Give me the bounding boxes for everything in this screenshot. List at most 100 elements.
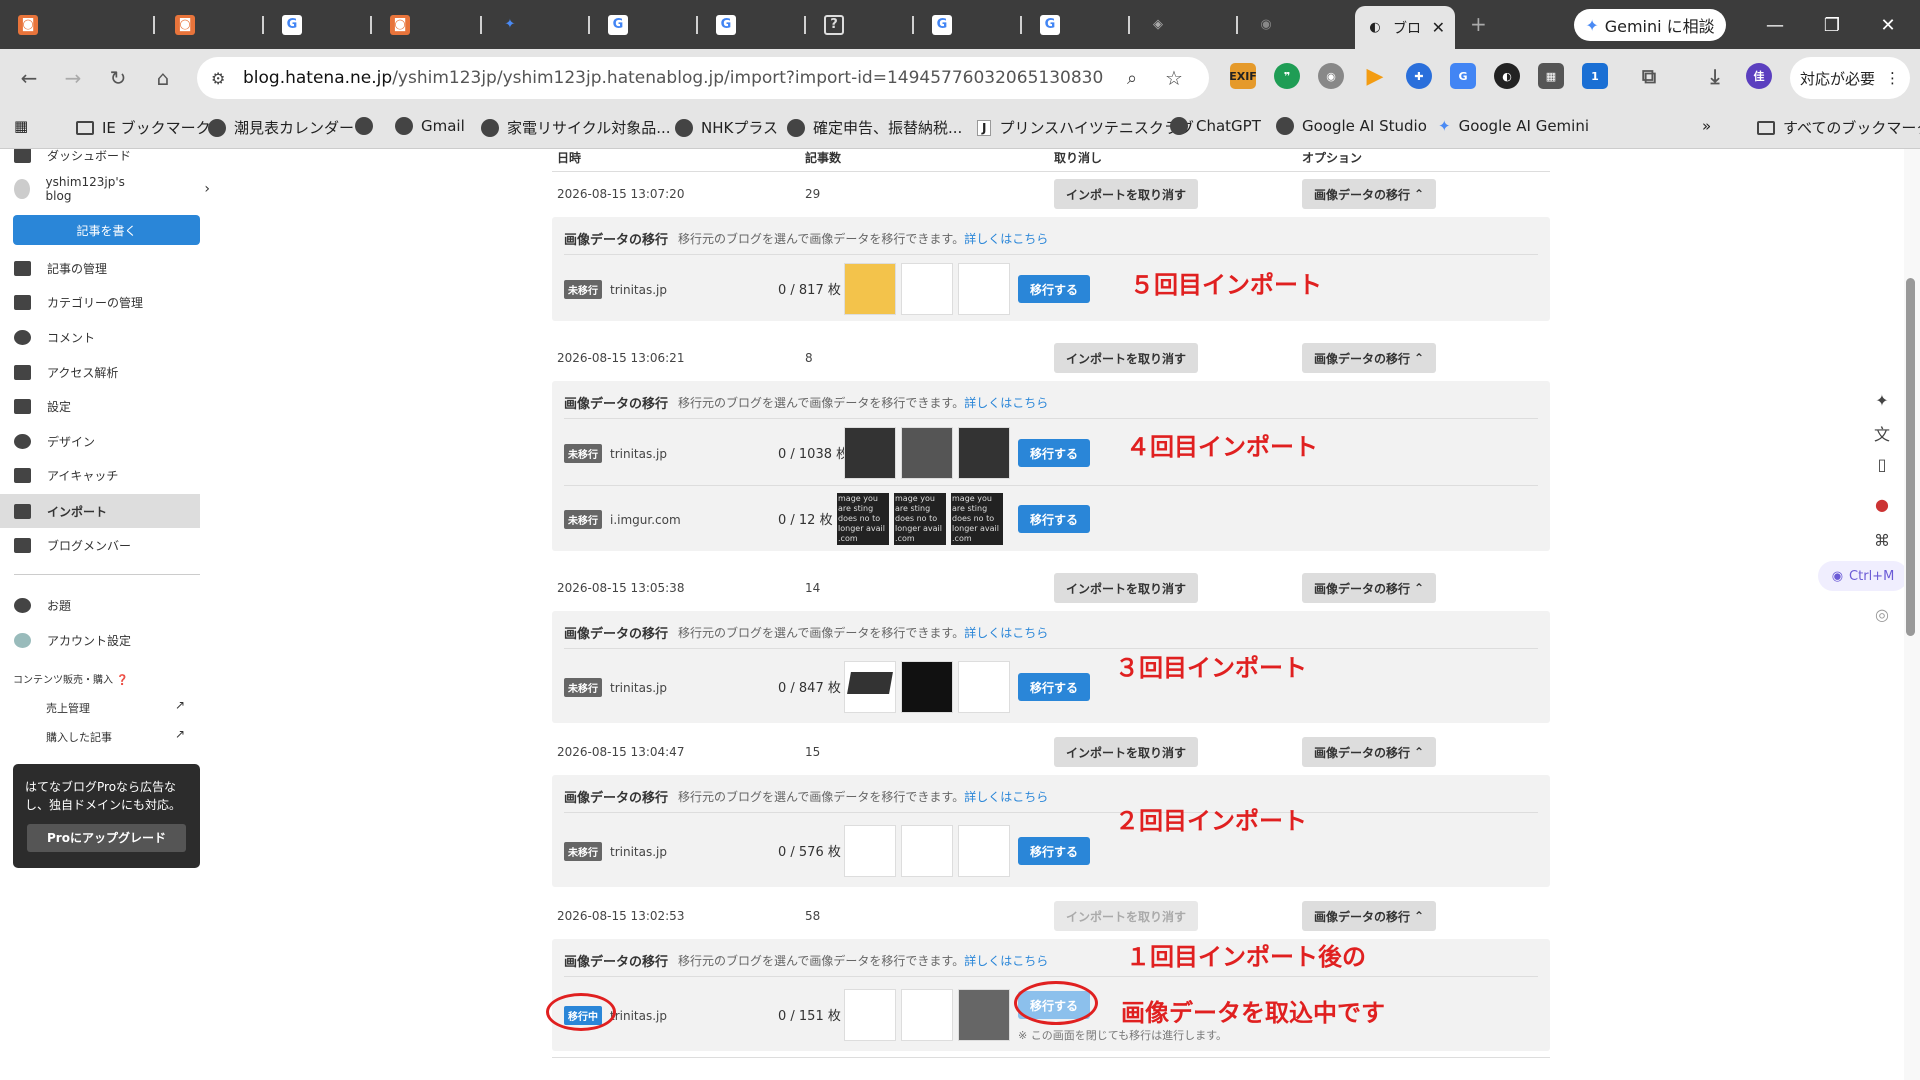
sidebar-item-import[interactable]: インポート <box>14 501 107 521</box>
migrate-button[interactable]: 移行する <box>1018 275 1090 303</box>
image-migration-toggle[interactable]: 画像データの移行 ⌃ <box>1302 901 1436 931</box>
home-icon[interactable]: ⌂ <box>146 61 180 95</box>
book-icon[interactable]: ▯ <box>1870 452 1894 476</box>
image-migration-toggle[interactable]: 画像データの移行 ⌃ <box>1302 179 1436 209</box>
apps-grid-icon[interactable]: ▦ <box>14 117 28 135</box>
bookmark-item[interactable]: J プリンスハイツテニスクラブ <box>977 117 1194 138</box>
browser-tab[interactable]: ◙ <box>380 8 480 41</box>
cancel-import-button[interactable]: インポートを取り消す <box>1054 737 1198 767</box>
cancel-import-button[interactable]: インポートを取り消す <box>1054 573 1198 603</box>
close-tab-icon[interactable]: ✕ <box>1432 18 1445 37</box>
browser-tab[interactable]: G <box>272 8 372 41</box>
bookmark-item[interactable]: 家電リサイクル対象品... <box>481 117 671 138</box>
pro-upgrade-button[interactable]: Proにアップグレード <box>27 824 186 852</box>
gemini-button[interactable]: ✦ Gemini に相談 <box>1574 9 1726 41</box>
translate-extension-icon[interactable]: G <box>1450 63 1476 89</box>
details-link[interactable]: 詳しくはこちら <box>964 626 1048 640</box>
migrate-button[interactable]: 移行する <box>1018 439 1090 467</box>
settings-icon[interactable]: ◎ <box>1870 602 1894 626</box>
forward-icon[interactable]: → <box>56 61 90 95</box>
browser-tab[interactable]: G <box>1030 8 1130 41</box>
browser-tab[interactable]: ◉ <box>1246 8 1346 41</box>
reload-icon[interactable]: ↻ <box>101 61 135 95</box>
cancel-import-button[interactable]: インポートを取り消す <box>1054 179 1198 209</box>
image-migration-toggle[interactable]: 画像データの移行 ⌃ <box>1302 573 1436 603</box>
help-icon[interactable]: ❓ <box>116 675 128 686</box>
sidebar-blog-switch[interactable]: yshim123jp's blog › <box>14 175 210 203</box>
sidebar-item-dashboard[interactable]: ダッシュボード <box>14 149 131 165</box>
bookmark-star-icon[interactable]: ☆ <box>1165 66 1183 90</box>
restore-icon[interactable]: ❐ <box>1812 10 1852 40</box>
site-info-icon[interactable]: ⚙ <box>211 69 225 88</box>
details-link[interactable]: 詳しくはこちら <box>964 232 1048 246</box>
browser-tab[interactable]: G <box>706 8 806 41</box>
extension-icon[interactable]: 1 <box>1582 63 1608 89</box>
bookmark-item[interactable]: 潮見表カレンダー <box>208 117 354 138</box>
download-icon[interactable]: ⤓ <box>1702 63 1728 89</box>
extension-icon[interactable]: ✚ <box>1406 63 1432 89</box>
sidebar-item-articles[interactable]: 記事の管理 <box>14 258 107 278</box>
sidebar-item-design[interactable]: デザイン <box>14 431 95 451</box>
sidebar-item-comments[interactable]: コメント <box>14 327 95 347</box>
bookmark-item[interactable]: ChatGPT <box>1170 117 1261 135</box>
browser-tab[interactable]: G <box>922 8 1022 41</box>
details-link[interactable]: 詳しくはこちら <box>964 790 1048 804</box>
zoom-icon[interactable]: ⌕ <box>1127 68 1137 89</box>
sidebar-item-sales[interactable]: 売上管理 <box>46 700 90 716</box>
migrate-button[interactable]: 移行する <box>1018 505 1090 533</box>
sparkle-icon[interactable]: ✦ <box>1870 388 1894 412</box>
bookmark-item[interactable]: ✦ Google AI Gemini <box>1438 117 1589 135</box>
extensions-puzzle-icon[interactable]: ⧉ <box>1636 63 1662 89</box>
sidebar-item-analytics[interactable]: アクセス解析 <box>14 362 118 382</box>
browser-tab[interactable]: ◙ <box>165 8 265 41</box>
qr-extension-icon[interactable]: ▦ <box>1538 63 1564 89</box>
sidebar-item-eyecatch[interactable]: アイキャッチ <box>14 465 118 485</box>
all-bookmarks[interactable]: すべてのブックマーク <box>1757 117 1920 138</box>
bookmark-item[interactable]: NHKプラス <box>675 117 778 138</box>
action-required-button[interactable]: 対応が必要 ⋮ <box>1790 57 1910 99</box>
address-bar[interactable]: ⚙ blog.hatena.ne.jp/yshim123jp/yshim123j… <box>197 57 1209 99</box>
sidebar-item-topics[interactable]: お題 <box>14 595 71 615</box>
profile-avatar[interactable]: 佳 <box>1746 63 1772 89</box>
bookmark-item[interactable]: 確定申告、振替納税... <box>787 117 962 138</box>
browser-tab[interactable]: G <box>598 8 698 41</box>
details-link[interactable]: 詳しくはこちら <box>964 954 1048 968</box>
minimize-icon[interactable]: — <box>1755 10 1795 40</box>
play-extension-icon[interactable]: ▶ <box>1362 63 1388 89</box>
bookmark-item[interactable] <box>355 117 373 135</box>
bookmark-item[interactable]: IE ブックマーク <box>76 117 211 138</box>
sidebar-item-account[interactable]: アカウント設定 <box>14 630 131 650</box>
bookmark-item[interactable]: Gmail <box>395 117 465 135</box>
migrate-button[interactable]: 移行する <box>1018 673 1090 701</box>
sidebar-item-categories[interactable]: カテゴリーの管理 <box>14 292 143 312</box>
back-icon[interactable]: ← <box>12 61 46 95</box>
migrate-button[interactable]: 移行する <box>1018 837 1090 865</box>
cancel-import-button[interactable]: インポートを取り消す <box>1054 343 1198 373</box>
close-window-icon[interactable]: ✕ <box>1868 10 1908 40</box>
bookmark-item[interactable]: Google AI Studio <box>1276 117 1427 135</box>
sidebar-item-settings[interactable]: 設定 <box>14 396 71 416</box>
write-article-button[interactable]: 記事を書く <box>13 215 200 245</box>
browser-tab[interactable]: ◙ <box>8 8 148 41</box>
details-link[interactable]: 詳しくはこちら <box>964 396 1048 410</box>
browser-tab[interactable]: ✦ <box>490 8 590 41</box>
rss-extension-icon[interactable]: ◉ <box>1318 63 1344 89</box>
browser-tab[interactable]: ? <box>814 8 914 41</box>
extension-icon[interactable]: ◐ <box>1494 63 1520 89</box>
sidebar-item-purchased[interactable]: 購入した記事 <box>46 729 112 745</box>
apps-icon[interactable]: ⌘ <box>1870 528 1894 552</box>
more-bookmarks-icon[interactable]: » <box>1702 117 1711 135</box>
browser-tab[interactable]: ◈ <box>1138 8 1238 41</box>
sidebar-item-members[interactable]: ブログメンバー <box>14 535 131 555</box>
new-badge-icon[interactable]: ● <box>1870 492 1894 516</box>
new-tab-icon[interactable]: + <box>1470 12 1487 36</box>
translate-icon[interactable]: 文 <box>1870 421 1894 445</box>
exif-extension-icon[interactable]: EXIF <box>1229 63 1257 89</box>
cancel-import-button[interactable]: インポートを取り消す <box>1054 901 1198 931</box>
image-migration-toggle[interactable]: 画像データの移行 ⌃ <box>1302 737 1436 767</box>
active-tab[interactable]: ◐ ブロ ✕ <box>1355 6 1455 49</box>
scrollbar-thumb[interactable] <box>1906 278 1915 636</box>
ctrl-m-assistant[interactable]: ◉ Ctrl+M <box>1818 561 1908 591</box>
image-migration-toggle[interactable]: 画像データの移行 ⌃ <box>1302 343 1436 373</box>
quote-extension-icon[interactable]: ❞ <box>1274 63 1300 89</box>
